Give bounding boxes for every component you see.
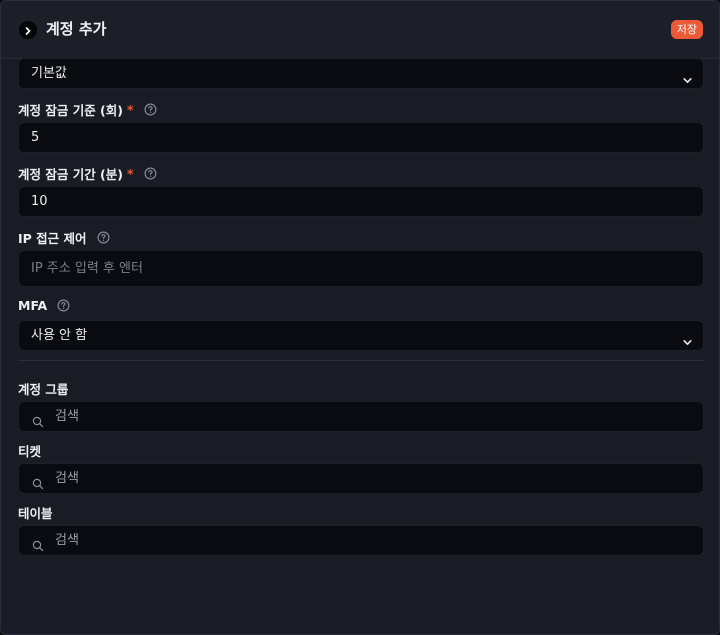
ip-access-input[interactable]: IP 주소 입력 후 엔터 xyxy=(18,250,704,287)
collapse-button[interactable] xyxy=(19,21,37,39)
ip-access-placeholder: IP 주소 입력 후 엔터 xyxy=(31,261,143,276)
mfa-select-value: 사용 안 함 xyxy=(31,328,88,343)
ip-access-label: IP 접근 제어 xyxy=(18,228,110,247)
help-icon[interactable] xyxy=(57,299,70,312)
lock-duration-value: 10 xyxy=(31,194,48,209)
help-icon[interactable] xyxy=(97,231,110,244)
table-label: 테이블 xyxy=(18,503,53,522)
chevron-right-icon xyxy=(23,21,33,40)
lock-threshold-label-text: 계정 잠금 기준 (회) xyxy=(18,103,123,118)
search-icon xyxy=(32,472,44,501)
ip-access-label-text: IP 접근 제어 xyxy=(18,231,87,246)
ticket-search-placeholder: 검색 xyxy=(55,471,79,486)
lock-threshold-label: 계정 잠금 기준 (회) * xyxy=(18,100,157,119)
lock-threshold-value: 5 xyxy=(31,130,40,145)
default-select[interactable]: 기본값 xyxy=(18,58,704,89)
mfa-select[interactable]: 사용 안 함 xyxy=(18,320,704,351)
ticket-label-text: 티켓 xyxy=(18,444,42,459)
panel-title: 계정 추가 xyxy=(46,20,107,38)
panel-header: 계정 추가 저장 xyxy=(1,1,719,59)
account-group-search[interactable]: 검색 xyxy=(18,401,704,432)
default-select-value: 기본값 xyxy=(31,66,67,81)
account-group-search-placeholder: 검색 xyxy=(55,409,79,424)
required-mark: * xyxy=(126,166,134,181)
ticket-label: 티켓 xyxy=(18,441,41,460)
mfa-label-text: MFA xyxy=(18,298,48,313)
account-group-label-text: 계정 그룹 xyxy=(18,382,69,397)
chevron-down-icon xyxy=(682,330,693,359)
lock-duration-input[interactable]: 10 xyxy=(18,186,704,217)
ticket-search[interactable]: 검색 xyxy=(18,463,704,494)
table-search-placeholder: 검색 xyxy=(55,533,79,548)
help-icon[interactable] xyxy=(144,167,157,180)
lock-duration-label: 계정 잠금 기간 (분) * xyxy=(18,164,157,183)
search-icon xyxy=(32,534,44,563)
account-group-label: 계정 그룹 xyxy=(18,379,68,398)
table-label-text: 테이블 xyxy=(18,506,53,521)
add-account-panel: 계정 추가 저장 기본값 계정 잠금 기준 (회) * 5 계정 잠금 기간 (… xyxy=(0,0,720,635)
help-icon[interactable] xyxy=(144,103,157,116)
lock-threshold-input[interactable]: 5 xyxy=(18,122,704,153)
section-divider xyxy=(18,360,704,361)
mfa-label: MFA xyxy=(18,298,70,313)
chevron-down-icon xyxy=(682,68,693,97)
required-mark: * xyxy=(126,102,134,117)
search-icon xyxy=(32,410,44,439)
lock-duration-label-text: 계정 잠금 기간 (분) xyxy=(18,167,123,182)
save-button[interactable]: 저장 xyxy=(670,20,703,39)
table-search[interactable]: 검색 xyxy=(18,525,704,556)
